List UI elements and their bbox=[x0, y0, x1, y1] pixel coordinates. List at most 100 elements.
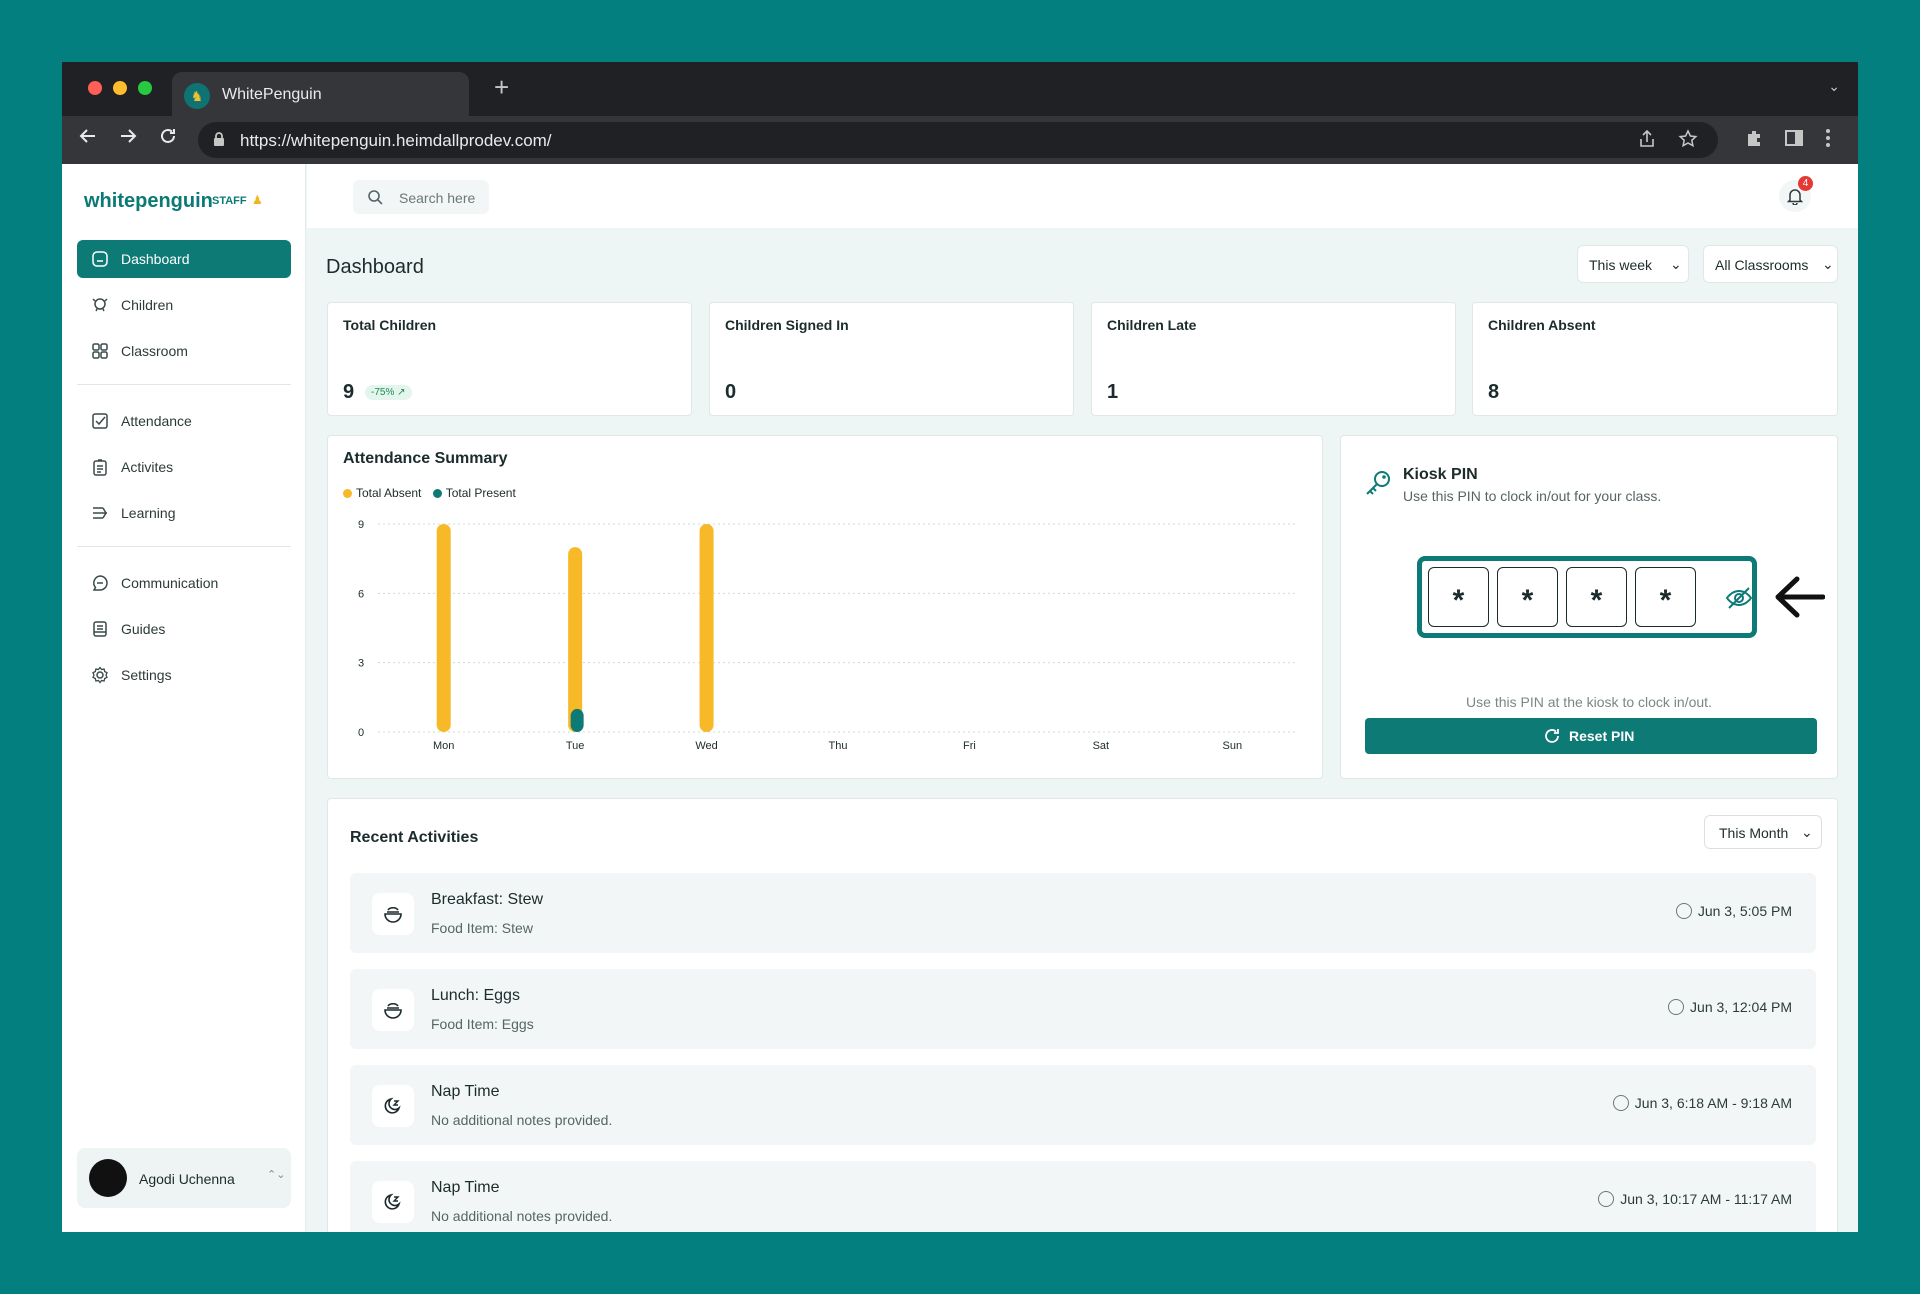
activity-row[interactable]: Lunch: Eggs Food Item: Eggs Jun 3, 12:04… bbox=[350, 969, 1816, 1049]
stat-label: Children Late bbox=[1107, 317, 1197, 333]
more-menu-icon[interactable] bbox=[1824, 128, 1832, 148]
sidebar-item-classroom[interactable]: Classroom bbox=[77, 332, 291, 370]
back-arrow-icon[interactable] bbox=[78, 126, 98, 146]
sidebar-item-learning[interactable]: Learning bbox=[77, 494, 291, 532]
attendance-summary-card: Attendance Summary Total Absent Total Pr… bbox=[327, 435, 1323, 779]
settings-gear-icon bbox=[92, 666, 108, 684]
user-name: Agodi Uchenna bbox=[139, 1171, 235, 1187]
activity-name: Nap Time bbox=[431, 1179, 500, 1196]
side-panel-icon[interactable] bbox=[1784, 128, 1804, 148]
sidebar-item-dashboard[interactable]: Dashboard bbox=[77, 240, 291, 278]
bar-present[interactable] bbox=[570, 708, 584, 732]
stat-value: 8 bbox=[1488, 381, 1500, 403]
kiosk-title: Kiosk PIN bbox=[1403, 466, 1478, 483]
stat-value: 9 bbox=[343, 381, 355, 403]
stat-label: Children Absent bbox=[1488, 317, 1596, 333]
browser-titlebar: ♞ WhitePenguin + ⌄ bbox=[62, 62, 1858, 116]
bar-absent[interactable] bbox=[568, 547, 583, 732]
sidebar-item-settings[interactable]: Settings bbox=[77, 656, 291, 694]
sidebar-item-label: Activites bbox=[121, 459, 174, 475]
address-bar[interactable]: https://whitepenguin.heimdallprodev.com/ bbox=[198, 122, 1718, 158]
tab-search-chevron-icon[interactable]: ⌄ bbox=[1828, 78, 1840, 95]
refresh-icon bbox=[1545, 729, 1559, 743]
activity-row[interactable]: Nap Time No additional notes provided. J… bbox=[350, 1161, 1816, 1232]
activity-row[interactable]: Breakfast: Stew Food Item: Stew Jun 3, 5… bbox=[350, 873, 1816, 953]
activity-name: Breakfast: Stew bbox=[431, 891, 544, 908]
activity-row[interactable]: Nap Time No additional notes provided. J… bbox=[350, 1065, 1816, 1145]
reload-icon[interactable] bbox=[158, 126, 178, 146]
x-tick-label: Mon bbox=[433, 740, 454, 752]
stat-card-total-children: Total Children 9 -75% ↗ bbox=[327, 302, 692, 416]
sidebar-item-guides[interactable]: Guides bbox=[77, 610, 291, 648]
pin-digit: * bbox=[1566, 567, 1627, 627]
forward-arrow-icon[interactable] bbox=[118, 126, 138, 146]
sidebar-item-communication[interactable]: Communication bbox=[77, 564, 291, 602]
key-icon bbox=[1366, 471, 1390, 495]
activities-clipboard-icon bbox=[93, 459, 107, 476]
x-tick-label: Wed bbox=[695, 740, 717, 752]
classroom-filter-dropdown[interactable]: All Classrooms ⌄ bbox=[1703, 245, 1838, 283]
bookmark-star-icon[interactable] bbox=[1678, 129, 1698, 149]
tab-title: WhitePenguin bbox=[222, 86, 322, 103]
lock-icon bbox=[214, 132, 224, 146]
activity-name: Lunch: Eggs bbox=[431, 987, 520, 1004]
user-menu[interactable]: Agodi Uchenna ⌃⌄ bbox=[77, 1148, 291, 1208]
search-input[interactable]: Search here bbox=[353, 180, 489, 214]
stat-card-late: Children Late 1 bbox=[1091, 302, 1456, 416]
activity-description: Food Item: Eggs bbox=[431, 1016, 534, 1032]
share-icon[interactable] bbox=[1638, 129, 1656, 149]
activity-time-text: Jun 3, 6:18 AM - 9:18 AM bbox=[1634, 1095, 1792, 1111]
extensions-puzzle-icon[interactable] bbox=[1744, 128, 1764, 148]
eye-off-icon[interactable] bbox=[1724, 583, 1754, 613]
stat-value: 0 bbox=[725, 381, 737, 403]
kiosk-pin-card: Kiosk PIN Use this PIN to clock in/out f… bbox=[1340, 435, 1838, 779]
activity-time-text: Jun 3, 12:04 PM bbox=[1690, 999, 1792, 1015]
kiosk-subtitle: Use this PIN to clock in/out for your cl… bbox=[1403, 488, 1662, 504]
chevron-down-icon: ⌄ bbox=[1822, 256, 1834, 272]
stat-card-absent: Children Absent 8 bbox=[1472, 302, 1838, 416]
sidebar-item-label: Dashboard bbox=[121, 251, 190, 267]
activities-filter-dropdown[interactable]: This Month ⌄ bbox=[1704, 815, 1822, 849]
sidebar-item-attendance[interactable]: Attendance bbox=[77, 402, 291, 440]
sidebar-item-label: Classroom bbox=[121, 343, 188, 359]
classroom-filter-label: All Classrooms bbox=[1715, 257, 1809, 273]
role-label: STAFF bbox=[212, 195, 247, 207]
new-tab-icon[interactable]: + bbox=[494, 74, 509, 100]
staff-user-icon: ♟ bbox=[252, 193, 263, 207]
chevron-down-icon: ⌄ bbox=[1670, 256, 1682, 272]
minimize-window-button[interactable] bbox=[113, 81, 127, 95]
activity-time: Jun 3, 10:17 AM - 11:17 AM bbox=[1598, 1191, 1792, 1207]
sidebar-item-label: Children bbox=[121, 297, 174, 313]
browser-toolbar: https://whitepenguin.heimdallprodev.com/ bbox=[62, 116, 1858, 164]
y-tick-label: 0 bbox=[358, 727, 364, 739]
app-topbar: Search here 4 bbox=[307, 164, 1858, 228]
activity-time: Jun 3, 6:18 AM - 9:18 AM bbox=[1612, 1095, 1792, 1111]
sidebar-item-activities[interactable]: Activites bbox=[77, 448, 291, 486]
avatar bbox=[89, 1159, 127, 1197]
bar-absent[interactable] bbox=[699, 524, 714, 732]
bar-absent[interactable] bbox=[436, 524, 451, 732]
x-tick-label: Thu bbox=[829, 740, 848, 752]
kiosk-note: Use this PIN at the kiosk to clock in/ou… bbox=[1466, 694, 1712, 710]
page-title: Dashboard bbox=[326, 256, 424, 278]
browser-tab[interactable]: ♞ WhitePenguin bbox=[172, 72, 469, 116]
period-filter-dropdown[interactable]: This week ⌄ bbox=[1577, 245, 1689, 283]
clock-icon bbox=[1612, 1095, 1629, 1111]
food-bowl-icon bbox=[372, 893, 414, 935]
dashboard-icon bbox=[92, 251, 108, 267]
guides-book-icon bbox=[93, 621, 107, 637]
activity-time: Jun 3, 12:04 PM bbox=[1668, 999, 1792, 1015]
activity-description: No additional notes provided. bbox=[431, 1208, 613, 1224]
x-tick-label: Tue bbox=[566, 740, 585, 752]
close-window-button[interactable] bbox=[88, 81, 102, 95]
sidebar-divider bbox=[77, 546, 291, 547]
y-tick-label: 9 bbox=[358, 519, 364, 531]
reset-pin-button[interactable]: Reset PIN bbox=[1365, 718, 1817, 754]
activities-filter-label: This Month bbox=[1719, 825, 1789, 841]
maximize-window-button[interactable] bbox=[138, 81, 152, 95]
brand-logo[interactable]: whitepenguin bbox=[84, 190, 213, 213]
notification-count-badge: 4 bbox=[1798, 176, 1813, 191]
sidebar-item-children[interactable]: Children bbox=[77, 286, 291, 324]
left-arrow-icon bbox=[1775, 576, 1825, 618]
activity-time-text: Jun 3, 5:05 PM bbox=[1697, 903, 1792, 919]
